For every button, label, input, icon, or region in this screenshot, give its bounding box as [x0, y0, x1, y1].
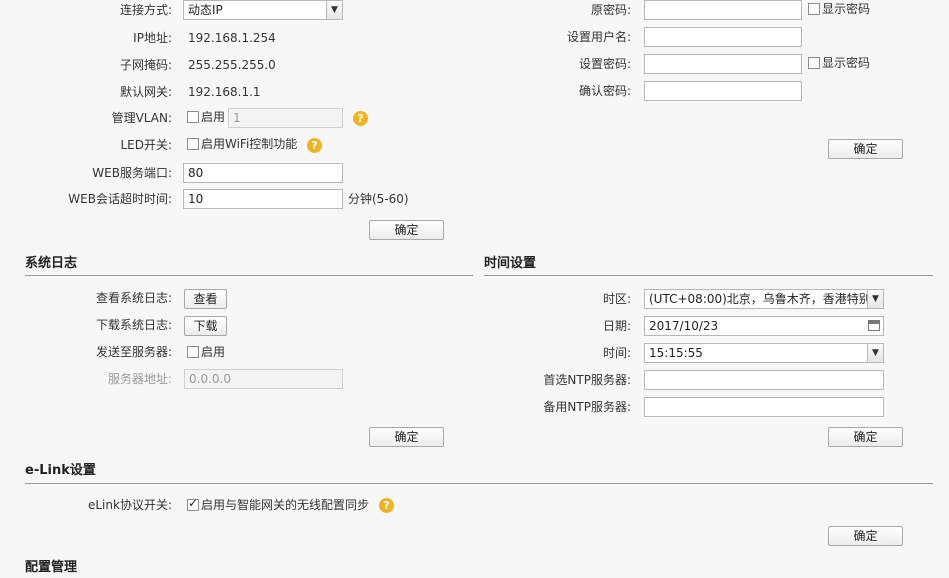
- server-address-label: 服务器地址:: [107, 372, 172, 386]
- elink-confirm-button[interactable]: 确定: [828, 526, 903, 546]
- mgmt-confirm-button[interactable]: 确定: [369, 220, 444, 240]
- help-icon[interactable]: ?: [379, 498, 394, 513]
- ntp-backup-input[interactable]: [644, 397, 884, 417]
- ip-address-value: 192.168.1.254: [188, 31, 276, 45]
- elink-section-title: e-Link设置: [25, 463, 96, 478]
- config-management-section-title: 配置管理: [25, 560, 78, 575]
- ip-address-label: IP地址:: [133, 31, 172, 45]
- show-old-password-label: 显示密码: [822, 2, 871, 16]
- show-new-password-checkbox[interactable]: [808, 57, 820, 69]
- subnet-mask-label: 子网掩码:: [119, 58, 172, 72]
- mgmt-vlan-label: 管理VLAN:: [111, 111, 172, 125]
- username-input[interactable]: [644, 27, 802, 47]
- confirm-password-label: 确认密码:: [578, 84, 631, 98]
- new-password-label: 设置密码:: [578, 57, 631, 71]
- timezone-value: (UTC+08:00)北京，乌鲁木齐，香港特别: [649, 292, 871, 306]
- time-section-title: 时间设置: [484, 256, 537, 271]
- vlan-enable-checkbox[interactable]: [187, 111, 199, 123]
- vlan-id-input[interactable]: 1: [228, 108, 343, 128]
- elink-sync-checkbox[interactable]: [187, 496, 199, 511]
- web-port-input[interactable]: 80: [183, 163, 343, 183]
- time-confirm-button[interactable]: 确定: [828, 427, 903, 447]
- web-timeout-unit: 分钟(5-60): [348, 192, 409, 206]
- old-password-input[interactable]: [644, 0, 802, 20]
- send-to-server-enable-label: 启用: [201, 345, 226, 359]
- chevron-down-icon: ▼: [326, 1, 342, 19]
- calendar-icon[interactable]: [868, 320, 880, 331]
- old-password-label: 原密码:: [590, 3, 631, 17]
- date-value: 2017/10/23: [649, 319, 719, 333]
- led-wifi-control-label: 启用WiFi控制功能: [201, 137, 298, 151]
- send-to-server-checkbox[interactable]: [187, 346, 199, 358]
- syslog-confirm-button[interactable]: 确定: [369, 427, 444, 447]
- led-switch-label: LED开关:: [120, 138, 172, 152]
- date-label: 日期:: [602, 319, 631, 333]
- view-log-label: 查看系统日志:: [95, 291, 172, 305]
- timezone-label: 时区:: [602, 292, 631, 306]
- date-input[interactable]: 2017/10/23: [644, 316, 884, 336]
- elink-divider: [25, 483, 933, 484]
- ntp-primary-label: 首选NTP服务器:: [543, 373, 631, 387]
- new-password-input[interactable]: [644, 54, 802, 74]
- led-wifi-control-checkbox[interactable]: [187, 138, 199, 150]
- confirm-password-input[interactable]: [644, 81, 802, 101]
- download-log-button[interactable]: 下载: [184, 316, 227, 336]
- subnet-mask-value: 255.255.255.0: [188, 58, 276, 72]
- vlan-enable-label: 启用: [201, 110, 226, 124]
- syslog-divider: [25, 275, 473, 276]
- default-gateway-label: 默认网关:: [119, 85, 172, 99]
- connection-type-label: 连接方式:: [119, 3, 172, 17]
- chevron-down-icon: ▼: [867, 344, 883, 362]
- ntp-backup-label: 备用NTP服务器:: [543, 400, 631, 414]
- password-confirm-button[interactable]: 确定: [828, 139, 903, 159]
- server-address-input[interactable]: 0.0.0.0: [184, 369, 343, 389]
- time-value: 15:15:55: [649, 346, 703, 360]
- username-label: 设置用户名:: [566, 30, 631, 44]
- default-gateway-value: 192.168.1.1: [188, 85, 261, 99]
- connection-type-select[interactable]: 动态IP ▼: [183, 0, 343, 20]
- connection-type-value: 动态IP: [188, 3, 223, 17]
- ntp-primary-input[interactable]: [644, 370, 884, 390]
- elink-switch-label: eLink协议开关:: [87, 498, 172, 512]
- show-new-password-label: 显示密码: [822, 56, 871, 70]
- send-to-server-label: 发送至服务器:: [95, 345, 172, 359]
- help-icon[interactable]: ?: [353, 111, 368, 126]
- time-label: 时间:: [602, 346, 631, 360]
- chevron-down-icon: ▼: [867, 290, 883, 308]
- show-old-password-checkbox[interactable]: [808, 3, 820, 15]
- time-select[interactable]: 15:15:55 ▼: [644, 343, 884, 363]
- timezone-select[interactable]: (UTC+08:00)北京，乌鲁木齐，香港特别 ▼: [644, 289, 884, 309]
- download-log-label: 下载系统日志:: [95, 318, 172, 332]
- view-log-button[interactable]: 查看: [184, 289, 227, 309]
- help-icon[interactable]: ?: [307, 138, 322, 153]
- web-port-label: WEB服务端口:: [92, 166, 172, 180]
- syslog-section-title: 系统日志: [25, 256, 78, 271]
- web-timeout-label: WEB会话超时时间:: [68, 192, 172, 206]
- elink-sync-label: 启用与智能网关的无线配置同步: [201, 498, 370, 512]
- web-timeout-input[interactable]: 10: [183, 189, 343, 209]
- time-divider: [484, 275, 933, 276]
